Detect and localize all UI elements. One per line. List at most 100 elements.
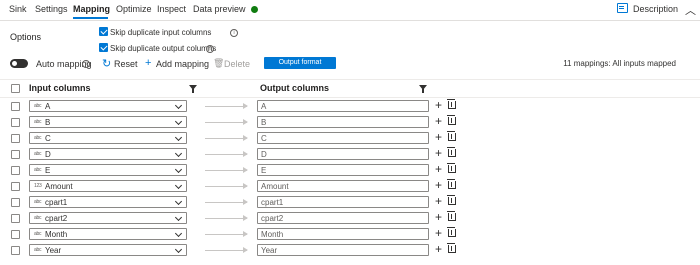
output-column-field[interactable]: C [257,132,429,144]
string-type-icon: abc [34,103,42,109]
row-checkbox[interactable] [11,230,20,239]
input-column-select[interactable]: abc Month [29,228,187,240]
add-icon[interactable]: + [435,163,442,175]
add-icon[interactable]: + [435,227,442,239]
tab-optimize[interactable]: Optimize [116,4,152,14]
row-checkbox[interactable] [11,246,20,255]
filter-icon[interactable] [419,85,427,93]
add-icon[interactable]: + [435,243,442,255]
output-column-field[interactable]: cpart1 [257,196,429,208]
delete-icon[interactable]: 🗑 [213,58,224,68]
info-icon[interactable]: i [206,45,214,53]
add-icon[interactable]: + [435,147,442,159]
delete-icon[interactable] [447,163,456,173]
add-mapping-button[interactable]: Add mapping [156,59,209,69]
input-column-select[interactable]: abc C [29,132,187,144]
string-type-icon: abc [34,231,42,237]
delete-icon[interactable] [447,243,456,253]
arrow-right-icon [205,167,248,173]
row-checkbox[interactable] [11,166,20,175]
string-type-icon: abc [34,135,42,141]
reset-button[interactable]: Reset [114,59,138,69]
auto-mapping-toggle[interactable] [10,59,28,68]
input-column-select[interactable]: abc D [29,148,187,160]
chevron-down-icon [174,117,183,126]
description-label: Description [632,4,678,14]
tab-sink[interactable]: Sink [9,4,27,14]
output-column-value: A [261,102,267,111]
input-column-select[interactable]: abc Year [29,244,187,256]
output-column-field[interactable]: cpart2 [257,212,429,224]
delete-icon[interactable] [447,211,456,221]
arrow-right-icon [205,119,248,125]
arrow-right-icon [205,151,248,157]
output-format-button[interactable]: Output format [264,57,336,69]
delete-icon[interactable] [447,195,456,205]
skip-duplicate-output-label: Skip duplicate output columns [110,44,217,53]
add-icon[interactable]: + [435,115,442,127]
info-icon[interactable]: i [230,29,238,37]
add-icon[interactable]: + [435,179,442,191]
add-icon[interactable]: + [435,211,442,223]
input-column-value: C [45,134,51,143]
add-icon[interactable]: + [435,131,442,143]
output-column-field[interactable]: B [257,116,429,128]
row-checkbox[interactable] [11,214,20,223]
input-column-select[interactable]: abc cpart1 [29,196,187,208]
add-icon[interactable]: + [435,99,442,111]
row-checkbox[interactable] [11,150,20,159]
string-type-icon: abc [34,119,42,125]
delete-icon[interactable] [447,147,456,157]
chevron-down-icon [174,181,183,190]
chevron-up-icon[interactable]: ︿ [685,2,696,18]
output-column-field[interactable]: Month [257,228,429,240]
delete-icon[interactable] [447,131,456,141]
input-column-select[interactable]: abc A [29,100,187,112]
add-icon[interactable]: + [435,195,442,207]
active-tab-indicator [73,17,108,19]
delete-icon[interactable] [447,227,456,237]
delete-button[interactable]: Delete [224,59,250,69]
output-column-field[interactable]: A [257,100,429,112]
filter-icon[interactable] [189,85,197,93]
table-row: abc A A + [0,99,700,115]
reset-icon[interactable]: ↻ [102,59,111,70]
tab-inspect[interactable]: Inspect [157,4,186,14]
chevron-down-icon [174,213,183,222]
row-checkbox[interactable] [11,198,20,207]
row-checkbox[interactable] [11,134,20,143]
row-checkbox[interactable] [11,118,20,127]
table-row: abc cpart2 cpart2 + [0,211,700,227]
row-checkbox[interactable] [11,102,20,111]
delete-icon[interactable] [447,115,456,125]
output-column-value: cpart2 [261,214,284,223]
output-column-value: Amount [261,182,289,191]
description-button[interactable]: Description [616,3,678,14]
arrow-right-icon [205,103,248,109]
row-checkbox[interactable] [11,182,20,191]
tab-settings[interactable]: Settings [35,4,68,14]
tab-mapping[interactable]: Mapping [73,4,110,14]
input-column-select[interactable]: 123 Amount [29,180,187,192]
input-column-value: E [45,166,51,175]
arrow-right-icon [205,231,248,237]
select-all-checkbox[interactable] [11,84,20,93]
table-row: abc Year Year + [0,243,700,259]
delete-icon[interactable] [447,179,456,189]
output-column-field[interactable]: Amount [257,180,429,192]
input-column-select[interactable]: abc E [29,164,187,176]
options-label: Options [10,32,42,42]
arrow-right-icon [205,135,248,141]
add-icon[interactable]: + [145,58,151,69]
tab-data-preview[interactable]: Data preview [193,4,258,14]
info-icon[interactable]: i [82,60,90,68]
skip-duplicate-output-checkbox[interactable] [99,43,108,52]
input-column-select[interactable]: abc B [29,116,187,128]
output-column-field[interactable]: E [257,164,429,176]
output-column-field[interactable]: D [257,148,429,160]
delete-icon[interactable] [447,99,456,109]
input-column-select[interactable]: abc cpart2 [29,212,187,224]
output-column-field[interactable]: Year [257,244,429,256]
skip-duplicate-input-checkbox[interactable] [99,27,108,36]
output-column-value: B [261,118,267,127]
